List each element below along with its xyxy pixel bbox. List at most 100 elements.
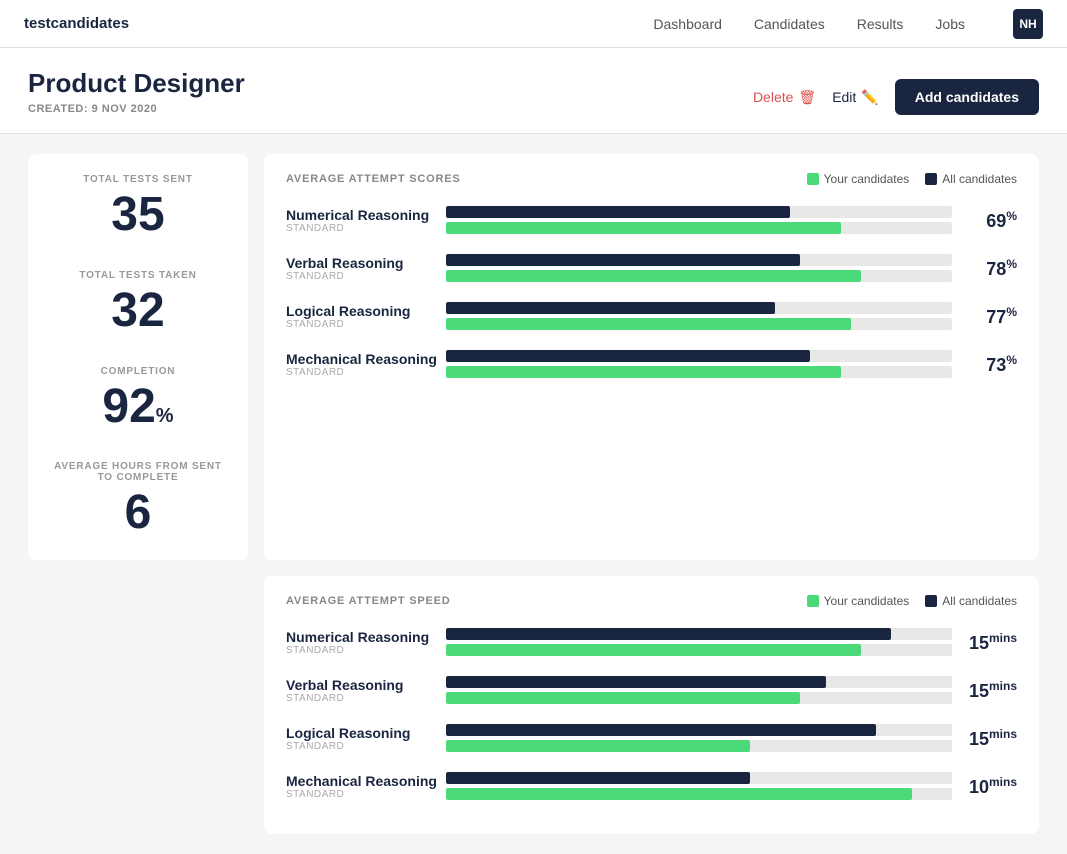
bar-label-sub: STANDARD — [286, 693, 446, 704]
bar-label-block: Logical Reasoning STANDARD — [286, 725, 446, 752]
bar-label-block: Verbal Reasoning STANDARD — [286, 677, 446, 704]
bar-row: Mechanical Reasoning STANDARD 73% — [286, 346, 1017, 382]
bar-fill-green — [446, 740, 750, 752]
delete-button[interactable]: Delete 🗑 — [753, 89, 816, 106]
header-actions: Delete 🗑 Edit ✏️ Add candidates — [753, 79, 1039, 115]
bar-track-green — [446, 692, 952, 704]
bar-row: Logical Reasoning STANDARD 77% — [286, 298, 1017, 334]
stat-total-sent-value: 35 — [111, 189, 164, 242]
bar-track-dark — [446, 350, 952, 362]
bar-label-block: Mechanical Reasoning STANDARD — [286, 351, 446, 378]
row-bottom: AVERAGE ATTEMPT SPEED Your candidates Al… — [28, 576, 1039, 834]
speed-legend-all-label: All candidates — [942, 594, 1017, 608]
navbar: testcandidates Dashboard Candidates Resu… — [0, 0, 1067, 48]
bar-row: Mechanical Reasoning STANDARD 10mins — [286, 768, 1017, 804]
legend-all-candidates: All candidates — [925, 172, 1017, 186]
bar-fill-green — [446, 222, 841, 234]
stat-completion-value: 92% — [102, 381, 173, 434]
stats-card: TOTAL TESTS SENT 35 TOTAL TESTS TAKEN 32… — [28, 154, 248, 560]
bar-label-name: Numerical Reasoning — [286, 629, 446, 645]
speed-legend-your-candidates: Your candidates — [807, 594, 910, 608]
bar-label-sub: STANDARD — [286, 271, 446, 282]
add-candidates-button[interactable]: Add candidates — [895, 79, 1039, 115]
stat-total-taken-value: 32 — [111, 285, 164, 338]
stat-avg-hours: AVERAGE HOURS FROM SENT TO COMPLETE 6 — [48, 461, 228, 540]
bar-track-green — [446, 788, 952, 800]
bar-row: Numerical Reasoning STANDARD 15mins — [286, 624, 1017, 660]
scores-chart-card: AVERAGE ATTEMPT SCORES Your candidates A… — [264, 154, 1039, 560]
title-block: Product Designer CREATED: 9 Nov 2020 — [28, 68, 245, 115]
bar-fill-dark — [446, 724, 876, 736]
bar-container — [446, 768, 952, 804]
bar-unit: % — [1006, 305, 1017, 319]
scores-legend: Your candidates All candidates — [807, 172, 1017, 186]
bar-fill-green — [446, 270, 861, 282]
bar-fill-dark — [446, 628, 891, 640]
nav-dashboard[interactable]: Dashboard — [653, 16, 722, 32]
page-header: Product Designer CREATED: 9 Nov 2020 Del… — [0, 48, 1067, 134]
bar-label-block: Verbal Reasoning STANDARD — [286, 255, 446, 282]
bar-unit: mins — [989, 631, 1017, 645]
speed-legend-green-dot — [807, 595, 819, 607]
speed-chart-header: AVERAGE ATTEMPT SPEED Your candidates Al… — [286, 594, 1017, 608]
bar-track-green — [446, 740, 952, 752]
completion-unit: % — [156, 405, 174, 427]
legend-dark-dot — [925, 173, 937, 185]
stat-total-sent-label: TOTAL TESTS SENT — [83, 174, 192, 185]
bar-label-sub: STANDARD — [286, 741, 446, 752]
nav-jobs[interactable]: Jobs — [935, 16, 965, 32]
speed-legend: Your candidates All candidates — [807, 594, 1017, 608]
speed-legend-all-candidates: All candidates — [925, 594, 1017, 608]
scores-chart-header: AVERAGE ATTEMPT SCORES Your candidates A… — [286, 172, 1017, 186]
bar-value: 10mins — [962, 775, 1017, 798]
bar-fill-dark — [446, 254, 800, 266]
speed-chart-title: AVERAGE ATTEMPT SPEED — [286, 595, 451, 607]
speed-legend-yours-label: Your candidates — [824, 594, 910, 608]
bar-fill-dark — [446, 302, 775, 314]
bar-label-sub: STANDARD — [286, 645, 446, 656]
bar-fill-green — [446, 788, 912, 800]
stat-total-taken: TOTAL TESTS TAKEN 32 — [48, 270, 228, 338]
bar-fill-green — [446, 644, 861, 656]
bar-value: 15mins — [962, 679, 1017, 702]
delete-label: Delete — [753, 89, 793, 105]
created-text: CREATED: — [28, 103, 88, 115]
legend-green-dot — [807, 173, 819, 185]
legend-your-candidates: Your candidates — [807, 172, 910, 186]
bar-value: 78% — [962, 257, 1017, 280]
bar-track-dark — [446, 772, 952, 784]
scores-bar-rows: Numerical Reasoning STANDARD 69% Verbal … — [286, 202, 1017, 382]
bar-label-sub: STANDARD — [286, 789, 446, 800]
bar-container — [446, 202, 952, 238]
bar-container — [446, 250, 952, 286]
bar-unit: mins — [989, 775, 1017, 789]
bar-unit: % — [1006, 353, 1017, 367]
edit-button[interactable]: Edit ✏️ — [832, 89, 879, 106]
bar-label-block: Numerical Reasoning STANDARD — [286, 207, 446, 234]
bar-unit: % — [1006, 257, 1017, 271]
bar-fill-green — [446, 318, 851, 330]
speed-legend-dark-dot — [925, 595, 937, 607]
bar-track-dark — [446, 676, 952, 688]
user-avatar[interactable]: NH — [1013, 9, 1043, 39]
edit-label: Edit — [832, 89, 856, 105]
bar-label-name: Mechanical Reasoning — [286, 773, 446, 789]
stat-total-sent: TOTAL TESTS SENT 35 — [48, 174, 228, 242]
bar-label-block: Mechanical Reasoning STANDARD — [286, 773, 446, 800]
nav-results[interactable]: Results — [857, 16, 904, 32]
brand-logo: testcandidates — [24, 15, 653, 32]
speed-chart-card: AVERAGE ATTEMPT SPEED Your candidates Al… — [264, 576, 1039, 834]
bar-value: 69% — [962, 209, 1017, 232]
bar-label-name: Mechanical Reasoning — [286, 351, 446, 367]
stats-spacer — [28, 576, 248, 834]
bar-unit: mins — [989, 679, 1017, 693]
bar-track-dark — [446, 724, 952, 736]
scores-chart-title: AVERAGE ATTEMPT SCORES — [286, 173, 460, 185]
bar-track-dark — [446, 628, 952, 640]
bar-row: Numerical Reasoning STANDARD 69% — [286, 202, 1017, 238]
trash-icon: 🗑 — [798, 89, 816, 106]
bar-track-dark — [446, 206, 952, 218]
bar-value: 77% — [962, 305, 1017, 328]
main-content: TOTAL TESTS SENT 35 TOTAL TESTS TAKEN 32… — [0, 134, 1067, 854]
nav-candidates[interactable]: Candidates — [754, 16, 825, 32]
